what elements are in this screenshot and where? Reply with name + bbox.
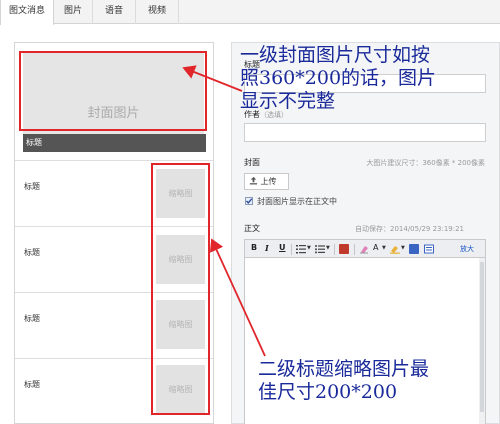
annotation-line: 显示不完整 xyxy=(240,90,336,112)
annotation-line: 二级标题缩略图片最 xyxy=(258,358,430,380)
annotation-line: 照360*200的话，图片 xyxy=(240,67,437,89)
arrow-to-thumbnails xyxy=(209,238,266,357)
thumbnail-size-annotation: 二级标题缩略图片最 佳尺寸200*200 xyxy=(258,358,429,404)
annotation-line: 一级封面图片尺寸如按 xyxy=(240,44,431,66)
annotation-line: 佳尺寸200*200 xyxy=(258,381,398,403)
cover-size-annotation: 一级封面图片尺寸如按 照360*200的话，图片 显示不完整 xyxy=(240,44,436,113)
arrow-to-cover xyxy=(182,65,243,92)
